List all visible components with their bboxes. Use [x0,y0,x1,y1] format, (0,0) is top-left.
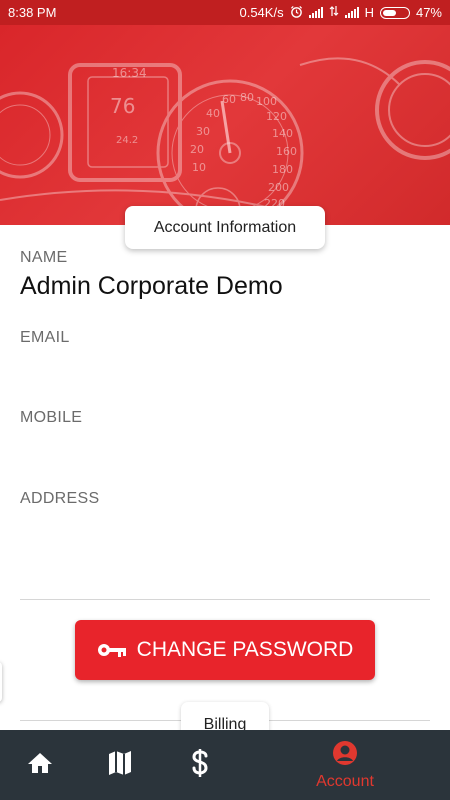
nav-billing[interactable] [180,730,220,800]
alarm-icon [290,5,303,21]
svg-text:10: 10 [192,161,206,174]
svg-text:200: 200 [268,181,289,194]
nav-home[interactable] [20,730,60,800]
change-password-button[interactable]: CHANGE PASSWORD [75,620,375,680]
nav-account[interactable]: Account [305,730,385,800]
change-password-label: CHANGE PASSWORD [136,638,354,661]
svg-text:160: 160 [276,145,297,158]
account-information-header: Account Information [125,206,325,249]
svg-text:100: 100 [256,95,277,108]
data-arrows-icon [329,5,339,20]
nav-account-label: Account [316,772,374,790]
email-label: EMAIL [20,329,70,346]
status-bar: 8:38 PM 0.54K/s H 47% [0,0,450,25]
network-type: H [364,5,374,20]
nav-map[interactable] [100,730,140,800]
account-icon [332,740,358,771]
map-icon [108,750,132,781]
dollar-icon [191,748,209,782]
key-icon [97,641,127,659]
status-indicators: 0.54K/s H 47% [239,5,442,21]
battery-level: 47% [415,5,442,20]
mobile-label: MOBILE [20,409,83,426]
signal-icon [308,7,323,18]
signal-icon-2 [344,7,359,18]
name-value: Admin Corporate Demo [20,272,283,300]
address-label: ADDRESS [20,490,100,507]
bottom-navigation: Account [0,730,450,800]
svg-text:140: 140 [272,127,293,140]
svg-text:180: 180 [272,163,293,176]
svg-text:120: 120 [266,110,287,123]
svg-text:40: 40 [206,107,220,120]
svg-text:76: 76 [110,94,135,118]
name-label: NAME [20,249,68,266]
svg-text:20: 20 [190,143,204,156]
svg-text:80: 80 [240,91,254,104]
svg-text:24.2: 24.2 [116,135,138,146]
home-icon [27,751,53,780]
header-banner: 40 30 20 10 60 80 100 120 140 160 180 20… [0,25,450,225]
svg-text:60: 60 [222,93,236,106]
battery-icon [379,6,410,19]
network-speed: 0.54K/s [239,5,284,20]
divider [20,599,430,600]
svg-text:16:34: 16:34 [112,66,147,80]
side-drawer-handle[interactable] [0,662,2,702]
dashboard-illustration: 40 30 20 10 60 80 100 120 140 160 180 20… [0,57,450,225]
svg-text:30: 30 [196,125,210,138]
status-time: 8:38 PM [8,5,57,20]
